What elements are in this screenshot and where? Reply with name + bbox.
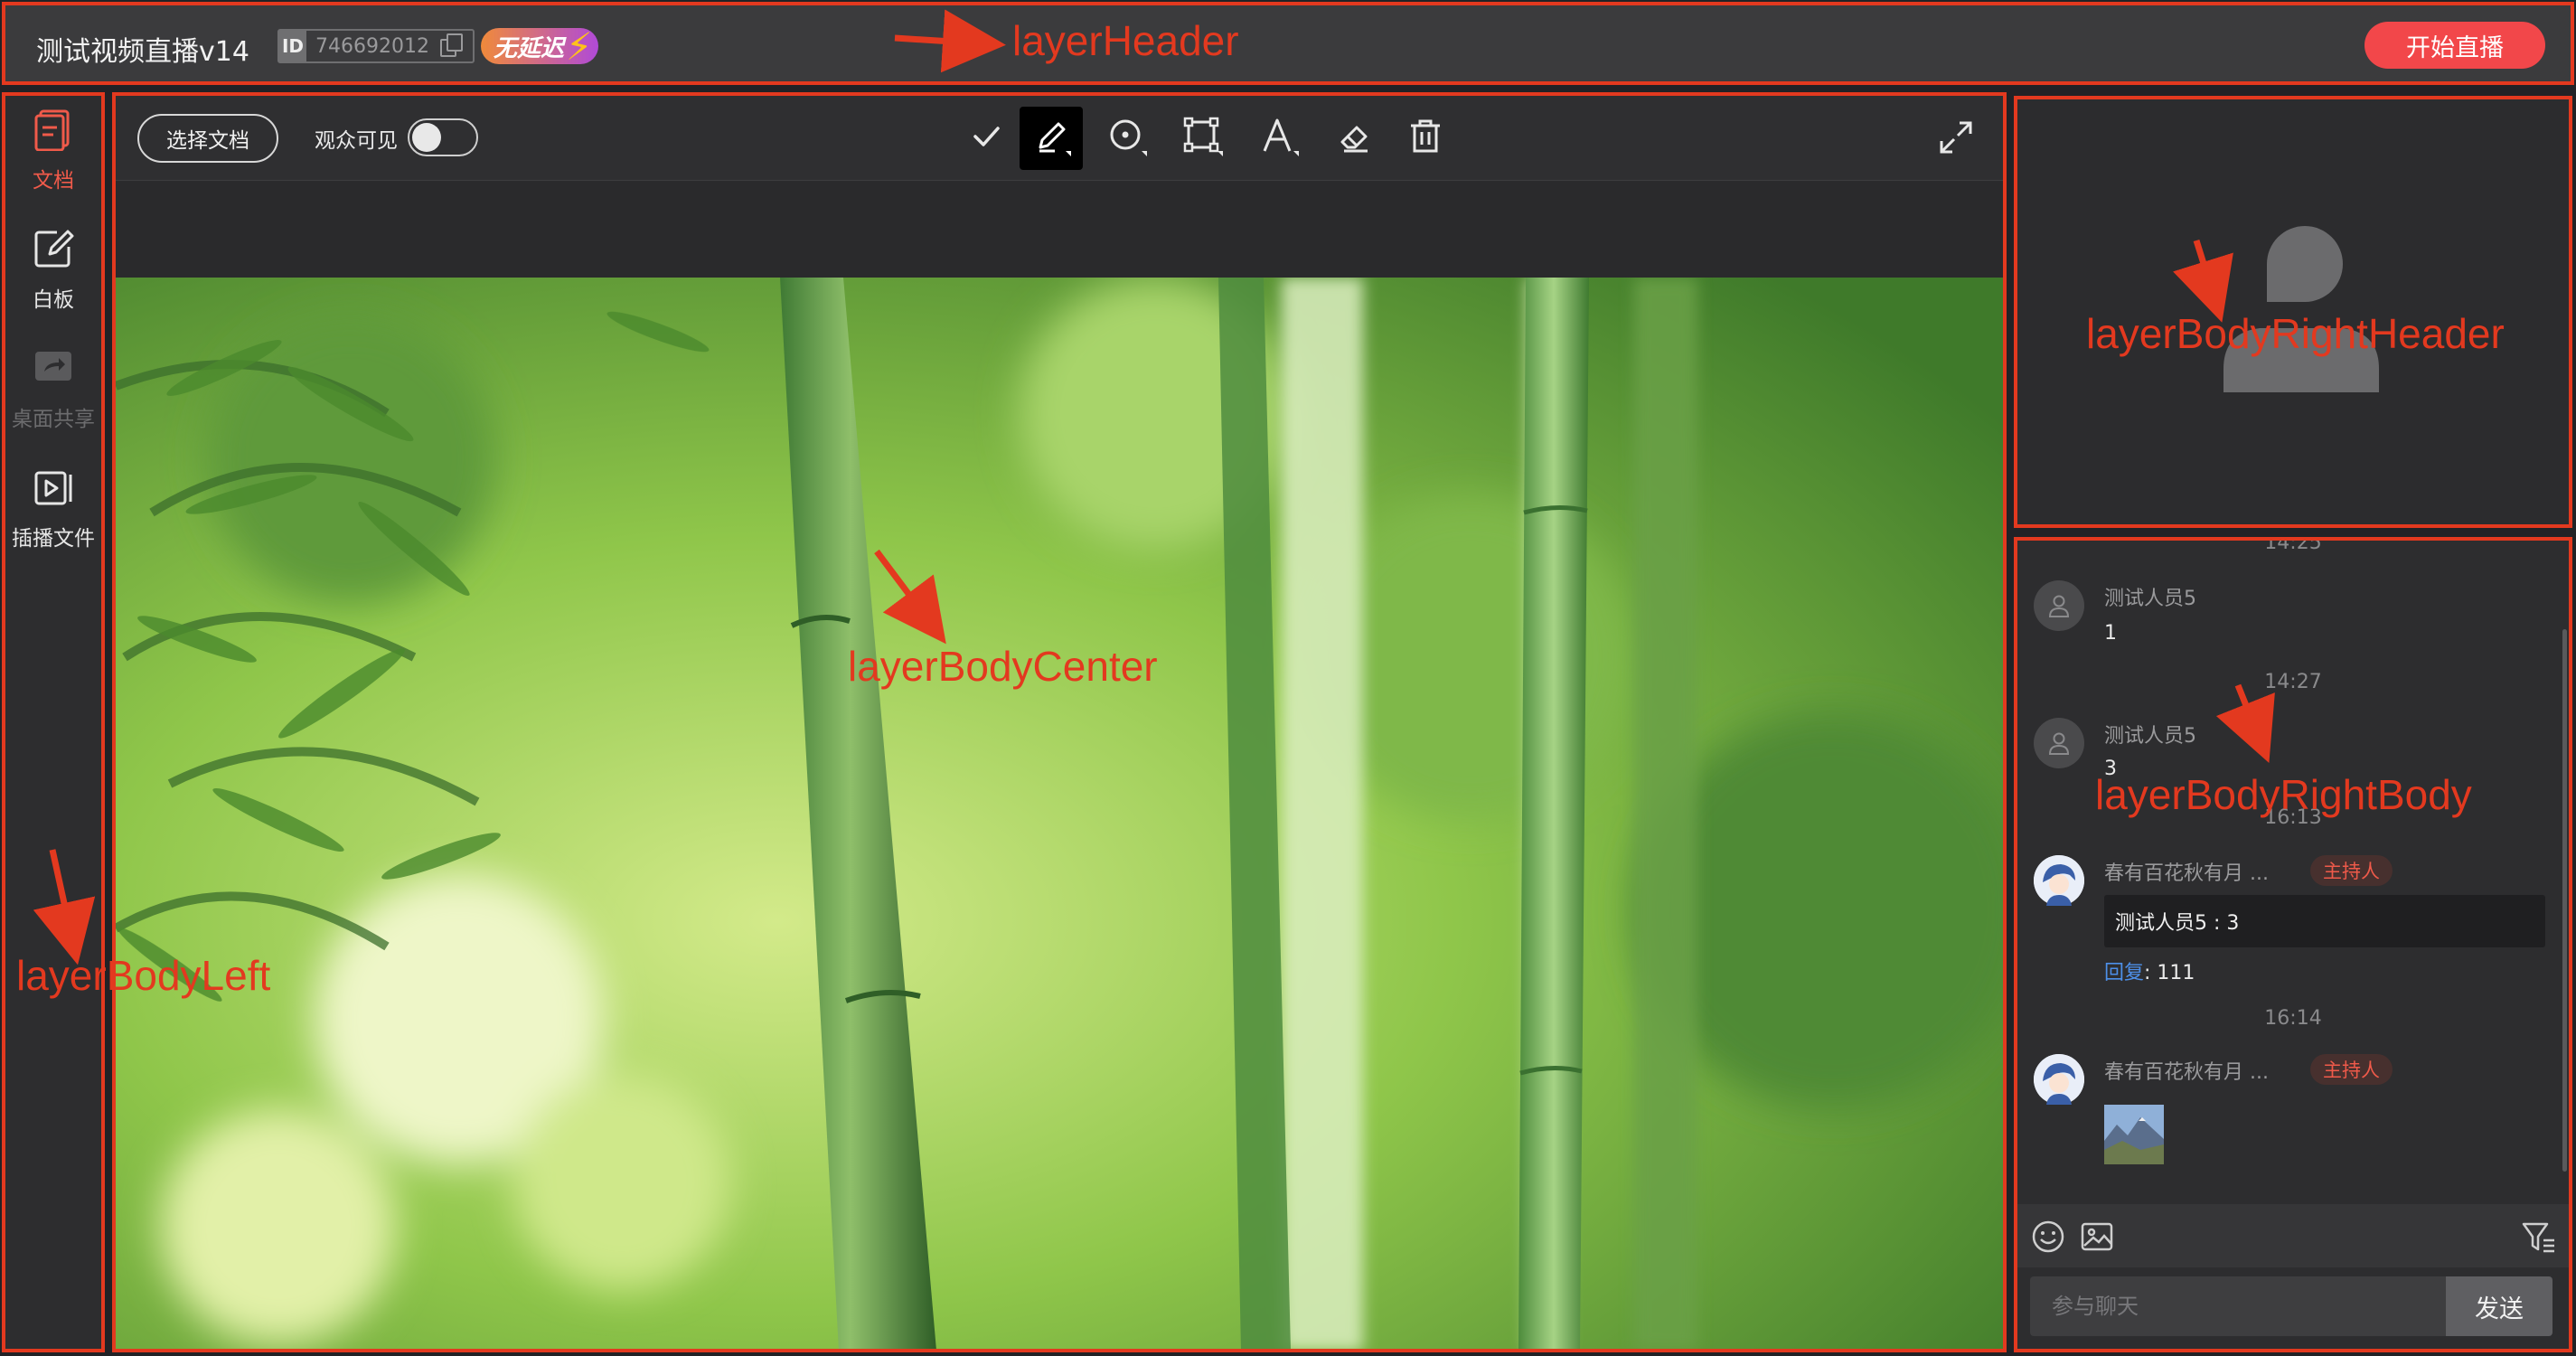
annotation-label-left: layerBodyLeft (16, 952, 271, 999)
annotation-label-header: layerHeader (1012, 17, 1239, 64)
annotation-label-center: layerBodyCenter (848, 643, 1158, 690)
annotation-frame-header (2, 2, 2574, 85)
annotation-label-right-header: layerBodyRightHeader (2086, 310, 2505, 357)
annotation-frame-right-body (2014, 537, 2572, 1352)
annotation-frame-left (2, 92, 105, 1352)
annotation-label-right-body: layerBodyRightBody (2095, 771, 2472, 818)
annotation-frame-center (112, 92, 2007, 1352)
